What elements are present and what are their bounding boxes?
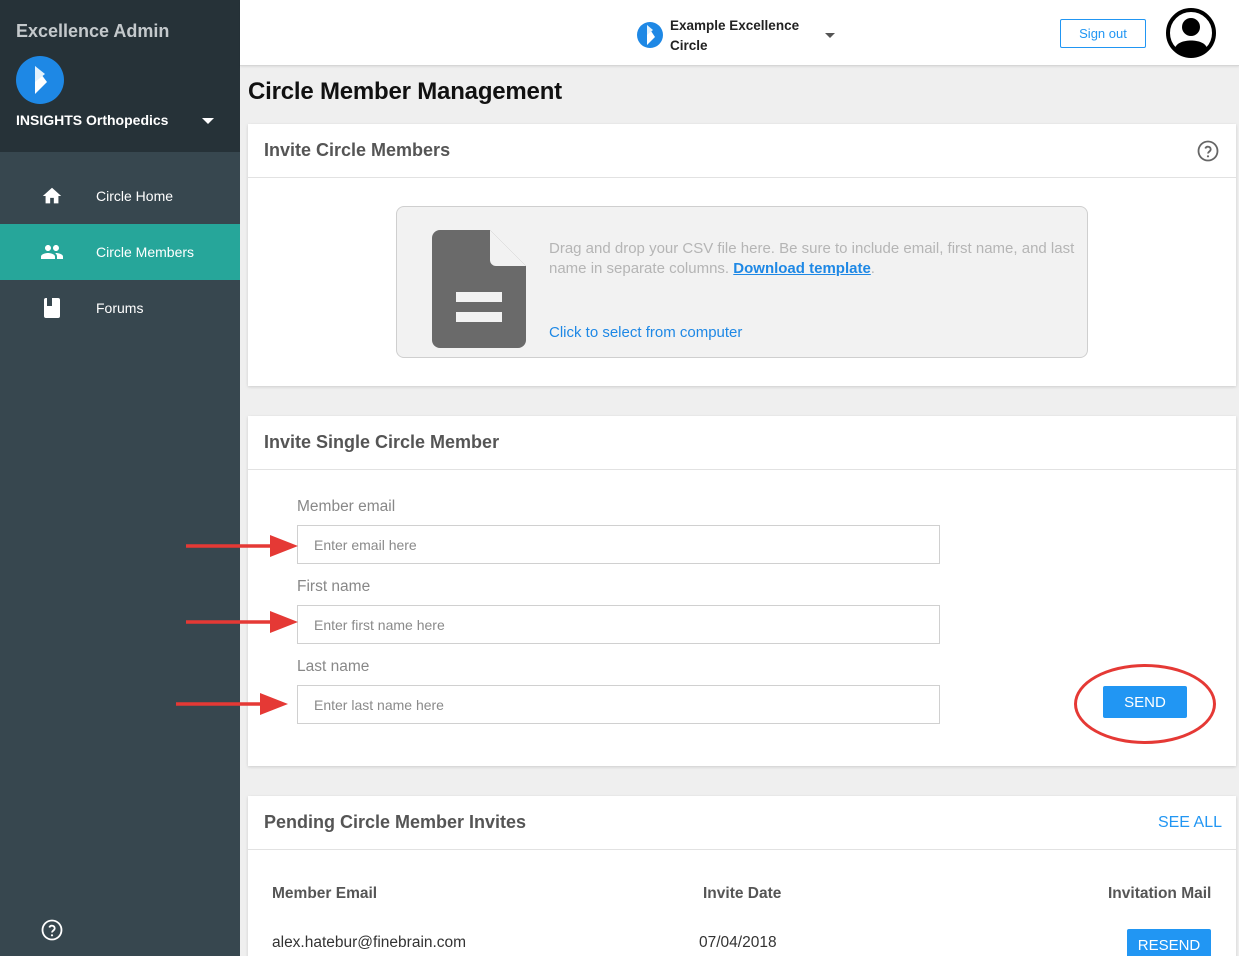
page-title: Circle Member Management xyxy=(248,78,562,105)
csv-dropzone[interactable]: Drag and drop your CSV file here. Be sur… xyxy=(396,206,1088,358)
last-name-label: Last name xyxy=(297,658,370,675)
help-icon[interactable] xyxy=(40,918,64,942)
app-title: Excellence Admin xyxy=(16,21,170,41)
invite-email: alex.hatebur@finebrain.com xyxy=(272,934,467,951)
see-all-link[interactable]: SEE ALL xyxy=(1158,814,1222,832)
dropzone-period: . xyxy=(870,260,875,277)
sidebar-item-circle-members[interactable]: Circle Members xyxy=(0,224,240,280)
avatar-icon[interactable] xyxy=(1166,8,1216,58)
first-name-field[interactable] xyxy=(297,605,940,644)
card-header: Invite Circle Members xyxy=(248,124,1236,178)
circle-switcher[interactable]: Example Excellence Circle xyxy=(636,16,810,56)
column-header-date: Invite Date xyxy=(703,885,782,902)
card-title: Invite Circle Members xyxy=(264,140,451,160)
sidebar: Excellence Admin INSIGHTS Orthopedics Ci… xyxy=(0,0,240,956)
invite-date: 07/04/2018 xyxy=(699,934,777,951)
card-title: Invite Single Circle Member xyxy=(264,432,500,452)
home-icon xyxy=(40,184,64,208)
first-name-label: First name xyxy=(297,578,371,595)
file-icon xyxy=(432,230,526,348)
sidebar-header: Excellence Admin INSIGHTS Orthopedics xyxy=(0,0,240,152)
invite-single-card: Invite Single Circle Member Member email… xyxy=(248,416,1236,766)
pending-invites-card: Pending Circle Member Invites SEE ALL Me… xyxy=(248,796,1236,956)
dropzone-instructions: Drag and drop your CSV file here. Be sur… xyxy=(549,239,1079,279)
email-field[interactable] xyxy=(297,525,940,564)
resend-button[interactable]: RESEND xyxy=(1127,929,1211,956)
sidebar-item-label: Circle Members xyxy=(96,244,195,260)
email-label: Member email xyxy=(297,498,396,515)
invite-members-card: Invite Circle Members Drag and drop your… xyxy=(248,124,1236,386)
select-from-computer-link[interactable]: Click to select from computer xyxy=(549,324,742,341)
last-name-field[interactable] xyxy=(297,685,940,724)
sign-out-button[interactable]: Sign out xyxy=(1060,19,1146,48)
org-dropdown-caret-icon[interactable] xyxy=(202,118,214,124)
annotation-arrow xyxy=(186,611,298,633)
sidebar-item-circle-home[interactable]: Circle Home xyxy=(0,168,240,224)
card-header: Invite Single Circle Member xyxy=(248,416,1236,470)
column-header-mail: Invitation Mail xyxy=(1108,885,1212,902)
download-template-link[interactable]: Download template xyxy=(733,260,871,277)
card-title: Pending Circle Member Invites xyxy=(264,812,527,832)
sidebar-item-forums[interactable]: Forums xyxy=(0,280,240,336)
card-header: Pending Circle Member Invites SEE ALL xyxy=(248,796,1236,850)
topbar: Example Excellence Circle Sign out xyxy=(240,0,1239,66)
annotation-arrow xyxy=(176,693,288,715)
people-icon xyxy=(40,240,64,264)
circle-logo-icon xyxy=(637,22,663,48)
book-icon xyxy=(40,296,64,320)
column-header-email: Member Email xyxy=(272,885,378,902)
annotation-arrow xyxy=(186,535,298,557)
circle-dropdown-caret-icon[interactable] xyxy=(825,33,835,38)
org-logo-icon xyxy=(16,56,64,104)
sidebar-item-label: Circle Home xyxy=(96,188,174,204)
circle-name: Example Excellence Circle xyxy=(670,18,800,53)
org-name[interactable]: INSIGHTS Orthopedics xyxy=(16,112,168,128)
sidebar-nav: Circle Home Circle Members Forums xyxy=(0,168,240,336)
sidebar-item-label: Forums xyxy=(96,300,144,316)
send-button[interactable]: SEND xyxy=(1103,686,1187,718)
help-icon[interactable] xyxy=(1196,139,1220,163)
